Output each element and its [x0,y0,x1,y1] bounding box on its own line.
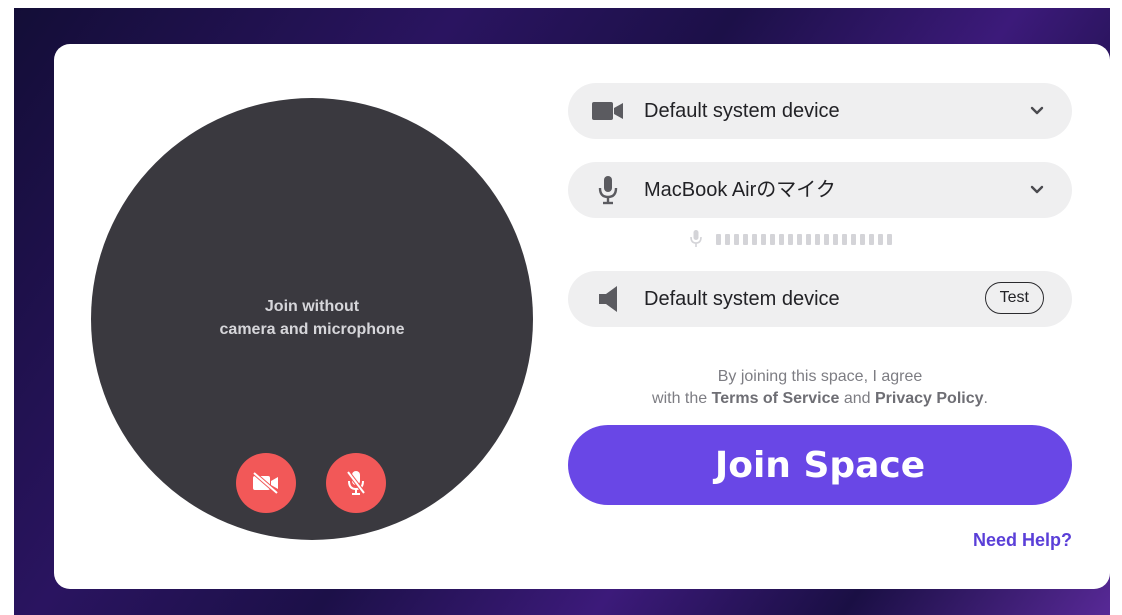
microphone-select[interactable]: MacBook Airのマイク [568,162,1072,218]
window-frame-right [1110,0,1122,615]
level-bar [779,233,784,245]
mic-off-icon [346,470,366,495]
level-bar [716,233,721,245]
level-bar [833,233,838,245]
microphone-icon [592,176,624,205]
terms-and: and [843,390,871,407]
terms-line1: By joining this space, I agree [717,368,923,385]
level-bar [743,233,748,245]
toggle-microphone-button[interactable] [326,453,386,513]
level-bar [761,233,766,245]
level-bars [716,233,892,245]
speaker-select-value: Default system device [644,288,840,310]
video-preview: Join without camera and microphone [91,98,533,540]
level-bar [797,233,802,245]
window-frame-top [0,0,1122,8]
preview-message-line2: camera and microphone [219,321,405,338]
toggle-camera-button[interactable] [236,453,296,513]
level-bar [770,233,775,245]
preview-message: Join without camera and microphone [91,295,533,341]
camera-off-icon [252,472,279,494]
terms-of-service-link[interactable]: Terms of Service [712,390,840,407]
video-camera-icon [592,99,624,123]
preview-message-line1: Join without [264,298,360,315]
microphone-icon [690,230,702,247]
terms-prefix: with the [652,390,708,407]
level-bar [887,233,892,245]
speaker-icon [592,286,624,312]
speaker-select[interactable]: Default system device Test [568,271,1072,327]
level-bar [851,233,856,245]
need-help-link[interactable]: Need Help? [973,530,1072,551]
level-bar [806,233,811,245]
microphone-select-value: MacBook Airのマイク [644,179,836,201]
terms-line2: with the Terms of Service and Privacy Po… [568,388,1072,410]
level-bar [824,233,829,245]
level-bar [842,233,847,245]
chevron-down-icon [1030,185,1044,194]
level-bar [860,233,865,245]
join-space-button[interactable]: Join Space [568,425,1072,505]
level-bar [725,233,730,245]
terms-notice: By joining this space, I agree with the … [568,366,1072,410]
level-bar [734,233,739,245]
terms-suffix: . [983,390,988,407]
level-bar [869,233,874,245]
chevron-down-icon [1030,106,1044,115]
privacy-policy-link[interactable]: Privacy Policy [875,390,984,407]
microphone-level-meter [690,230,892,248]
level-bar [878,233,883,245]
level-bar [752,233,757,245]
join-dialog: Join without camera and microphone Defau… [54,44,1110,589]
level-bar [788,233,793,245]
level-bar [815,233,820,245]
window-frame-left [0,0,14,615]
camera-select[interactable]: Default system device [568,83,1072,139]
test-speaker-button[interactable]: Test [984,282,1044,314]
camera-select-value: Default system device [644,100,840,122]
